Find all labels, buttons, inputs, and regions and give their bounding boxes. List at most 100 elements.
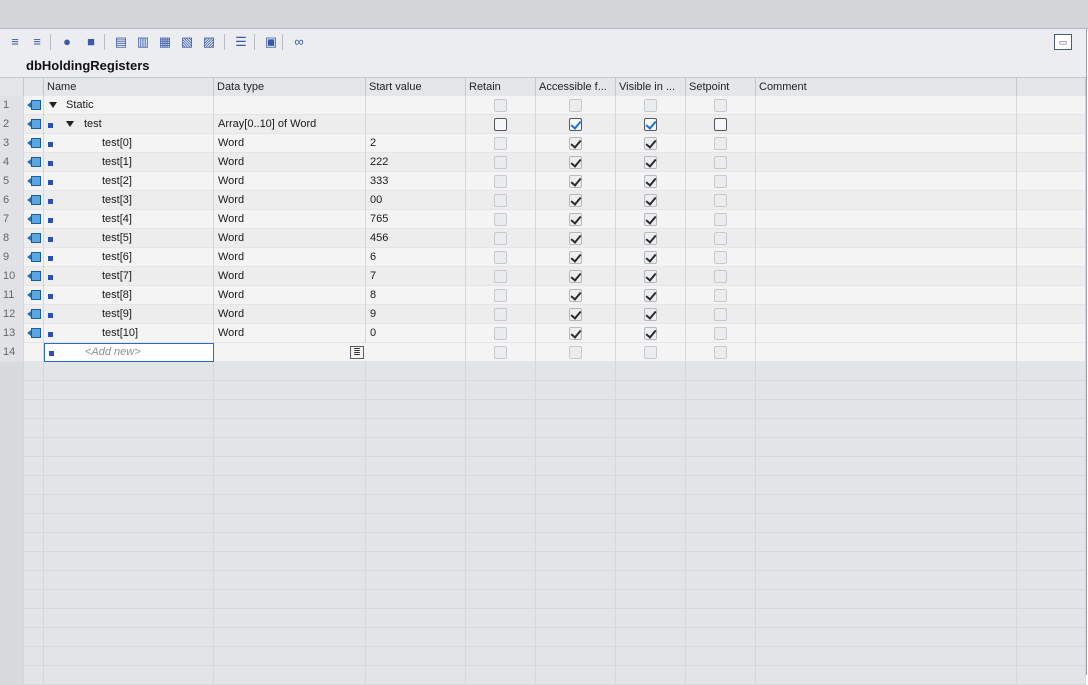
accessible-checkbox[interactable]: [569, 156, 582, 169]
setpoint-checkbox[interactable]: [714, 118, 727, 131]
accessible-checkbox[interactable]: [569, 137, 582, 150]
accessible-checkbox[interactable]: [569, 213, 582, 226]
start-value-cell[interactable]: 8: [366, 286, 466, 305]
start-value-cell[interactable]: 222: [366, 153, 466, 172]
name-cell[interactable]: test[0]: [44, 134, 214, 153]
setpoint-checkbox[interactable]: [714, 99, 727, 112]
accessible-checkbox[interactable]: [569, 289, 582, 302]
name-cell[interactable]: test[9]: [44, 305, 214, 324]
data-type-cell[interactable]: Word: [214, 267, 366, 286]
accessible-checkbox[interactable]: [569, 308, 582, 321]
row-number[interactable]: 14: [0, 343, 24, 362]
comment-cell[interactable]: [756, 248, 1017, 267]
setpoint-checkbox[interactable]: [714, 175, 727, 188]
header-visible[interactable]: Visible in ...: [616, 78, 686, 96]
accessible-checkbox[interactable]: [569, 99, 582, 112]
start-value-cell[interactable]: 2: [366, 134, 466, 153]
table-row[interactable]: 4 test[1] Word 222: [0, 153, 1086, 172]
accessible-checkbox[interactable]: [569, 270, 582, 283]
table-row[interactable]: 11 test[8] Word 8: [0, 286, 1086, 305]
visible-checkbox[interactable]: [644, 346, 657, 359]
table-row[interactable]: 2 test Array[0..10] of Word: [0, 115, 1086, 134]
comment-cell[interactable]: [756, 115, 1017, 134]
comment-cell[interactable]: [756, 305, 1017, 324]
header-retain[interactable]: Retain: [466, 78, 536, 96]
name-cell[interactable]: test[3]: [44, 191, 214, 210]
data-type-cell[interactable]: Word: [214, 210, 366, 229]
row-number[interactable]: 13: [0, 324, 24, 343]
glasses-icon[interactable]: ∞: [290, 33, 308, 51]
retain-checkbox[interactable]: [494, 232, 507, 245]
setpoint-checkbox[interactable]: [714, 137, 727, 150]
name-cell[interactable]: test[8]: [44, 286, 214, 305]
comment-cell[interactable]: [756, 210, 1017, 229]
data-type-cell[interactable]: Word: [214, 229, 366, 248]
retain-checkbox[interactable]: [494, 251, 507, 264]
start-value-cell[interactable]: [366, 96, 466, 115]
visible-checkbox[interactable]: [644, 118, 657, 131]
load-snapshot-icon[interactable]: ▦: [156, 33, 174, 51]
table-row[interactable]: 9 test[6] Word 6: [0, 248, 1086, 267]
row-number[interactable]: 11: [0, 286, 24, 305]
indent-icon[interactable]: ☰: [232, 33, 250, 51]
load-start-icon[interactable]: ▧: [178, 33, 196, 51]
row-number[interactable]: 1: [0, 96, 24, 115]
visible-checkbox[interactable]: [644, 175, 657, 188]
accessible-checkbox[interactable]: [569, 118, 582, 131]
name-cell[interactable]: test[7]: [44, 267, 214, 286]
load-actual-icon[interactable]: ▨: [200, 33, 218, 51]
expand-icon[interactable]: ●: [58, 33, 76, 51]
row-number[interactable]: 10: [0, 267, 24, 286]
visible-checkbox[interactable]: [644, 213, 657, 226]
layout-toggle-icon[interactable]: ▭: [1054, 34, 1072, 50]
setpoint-checkbox[interactable]: [714, 156, 727, 169]
comment-cell[interactable]: [756, 134, 1017, 153]
collapse-icon[interactable]: ■: [82, 33, 100, 51]
retain-checkbox[interactable]: [494, 308, 507, 321]
row-number[interactable]: 5: [0, 172, 24, 191]
row-number[interactable]: 2: [0, 115, 24, 134]
row-number[interactable]: 6: [0, 191, 24, 210]
accessible-checkbox[interactable]: [569, 194, 582, 207]
start-value-cell[interactable]: 0: [366, 324, 466, 343]
comment-cell[interactable]: [756, 153, 1017, 172]
data-type-cell[interactable]: Word: [214, 172, 366, 191]
retain-checkbox[interactable]: [494, 118, 507, 131]
name-cell[interactable]: Static: [44, 96, 214, 115]
header-name[interactable]: Name: [44, 78, 214, 96]
retain-checkbox[interactable]: [494, 175, 507, 188]
start-value-cell[interactable]: 6: [366, 248, 466, 267]
visible-checkbox[interactable]: [644, 232, 657, 245]
data-type-cell[interactable]: Word: [214, 248, 366, 267]
snapshot-icon[interactable]: ▤: [112, 33, 130, 51]
name-cell[interactable]: test[1]: [44, 153, 214, 172]
row-number[interactable]: 7: [0, 210, 24, 229]
data-type-cell[interactable]: Word: [214, 191, 366, 210]
data-type-cell[interactable]: [214, 96, 366, 115]
data-type-cell[interactable]: Array[0..10] of Word: [214, 115, 366, 134]
visible-checkbox[interactable]: [644, 327, 657, 340]
insert-row-icon[interactable]: ≡: [6, 33, 24, 51]
retain-checkbox[interactable]: [494, 137, 507, 150]
retain-checkbox[interactable]: [494, 99, 507, 112]
header-setpoint[interactable]: Setpoint: [686, 78, 756, 96]
add-new-row[interactable]: 14 <Add new> ≣: [0, 343, 1086, 362]
setpoint-checkbox[interactable]: [714, 232, 727, 245]
accessible-checkbox[interactable]: [569, 346, 582, 359]
visible-checkbox[interactable]: [644, 137, 657, 150]
setpoint-checkbox[interactable]: [714, 194, 727, 207]
accessible-checkbox[interactable]: [569, 251, 582, 264]
name-cell[interactable]: test[5]: [44, 229, 214, 248]
row-number[interactable]: 4: [0, 153, 24, 172]
accessible-checkbox[interactable]: [569, 327, 582, 340]
comment-cell[interactable]: [756, 286, 1017, 305]
setpoint-checkbox[interactable]: [714, 308, 727, 321]
copy-snapshot-icon[interactable]: ▥: [134, 33, 152, 51]
retain-checkbox[interactable]: [494, 289, 507, 302]
header-start-value[interactable]: Start value: [366, 78, 466, 96]
accessible-checkbox[interactable]: [569, 175, 582, 188]
start-value-cell[interactable]: 765: [366, 210, 466, 229]
row-number[interactable]: 8: [0, 229, 24, 248]
comment-cell[interactable]: [756, 191, 1017, 210]
visible-checkbox[interactable]: [644, 156, 657, 169]
